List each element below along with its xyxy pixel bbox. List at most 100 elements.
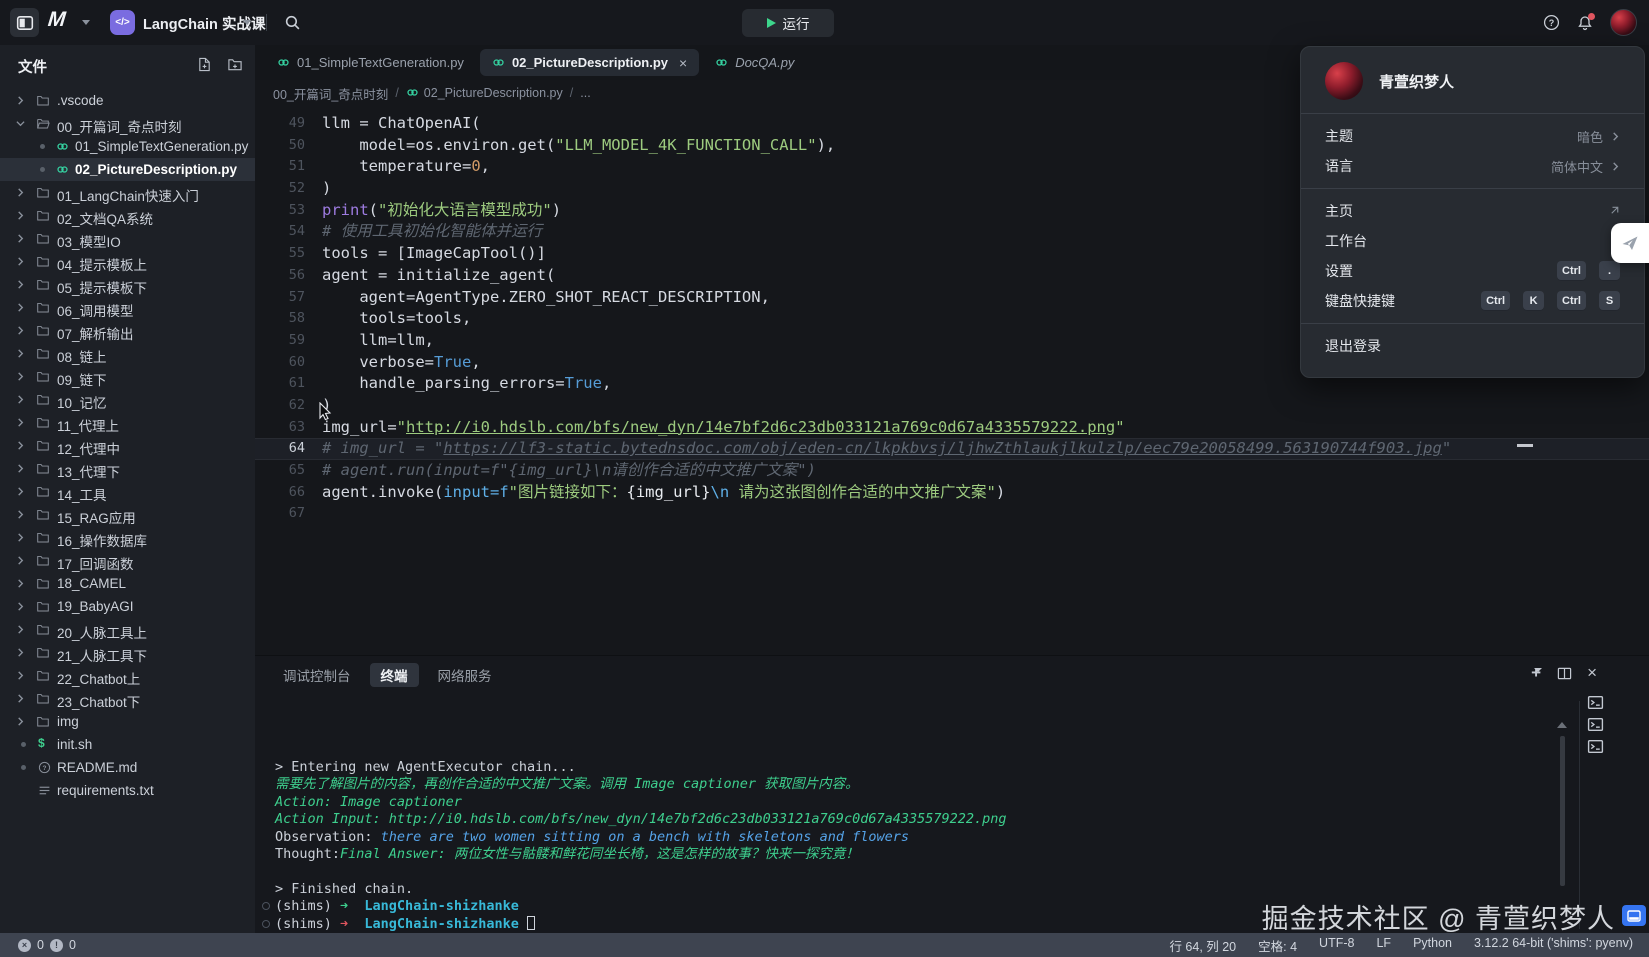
project-chevron-down-icon[interactable] <box>243 20 251 25</box>
tree-item-label: 23_Chatbot下 <box>57 691 140 711</box>
panel-tab[interactable]: 终端 <box>370 663 419 687</box>
tree-item[interactable]: 01_LangChain快速入门 <box>0 181 255 204</box>
menu-item[interactable]: 键盘快捷键CtrlKCtrlS <box>1301 286 1644 316</box>
tree-item[interactable]: ?README.md <box>0 756 255 779</box>
breadcrumb-item[interactable]: 02_PictureDescription.py <box>406 86 563 100</box>
ai-assistant-button[interactable] <box>1611 223 1649 263</box>
line-number: 65 <box>255 460 305 482</box>
panel-tab[interactable]: 网络服务 <box>427 663 503 687</box>
menu-item[interactable]: 语言简体中文 <box>1301 151 1644 181</box>
tree-item[interactable]: 01_SimpleTextGeneration.py <box>0 135 255 158</box>
tree-item[interactable]: 06_调用模型 <box>0 296 255 319</box>
tree-item[interactable]: 13_代理下 <box>0 457 255 480</box>
mouse-cursor <box>319 402 332 421</box>
close-icon[interactable]: × <box>679 55 687 71</box>
menu-item[interactable]: 退出登录 <box>1301 331 1644 361</box>
status-item[interactable]: 行 64, 列 20 <box>1169 936 1236 955</box>
tree-item[interactable]: 02_PictureDescription.py <box>0 158 255 181</box>
tree-item[interactable]: 14_工具 <box>0 480 255 503</box>
tree-item[interactable]: 02_文档QA系统 <box>0 204 255 227</box>
menu-item[interactable]: 主页 <box>1301 196 1644 226</box>
tree-item[interactable]: 16_操作数据库 <box>0 526 255 549</box>
close-panel-button[interactable]: × <box>1587 665 1597 681</box>
bottom-panel: 调试控制台终端网络服务 + × > Entering new AgentExec… <box>255 655 1649 933</box>
folder-icon <box>36 508 50 521</box>
user-avatar[interactable] <box>1610 9 1637 36</box>
tree-item[interactable]: 08_链上 <box>0 342 255 365</box>
new-folder-button[interactable] <box>227 57 243 72</box>
status-item[interactable]: LF <box>1376 936 1391 955</box>
status-item[interactable]: UTF-8 <box>1319 936 1354 955</box>
sidebar-toggle-icon <box>16 14 34 32</box>
terminal-instance-button[interactable] <box>1587 694 1604 711</box>
status-item[interactable]: Python <box>1413 936 1452 955</box>
run-button[interactable]: 运行 <box>742 9 834 37</box>
chevron-right-icon <box>16 349 25 358</box>
menu-item-label: 设置 <box>1325 261 1353 281</box>
tree-item[interactable]: 00_开篇词_奇点时刻 <box>0 112 255 135</box>
tree-item[interactable]: 05_提示模板下 <box>0 273 255 296</box>
tree-item[interactable]: 20_人脉工具上 <box>0 618 255 641</box>
terminal-scrollbar[interactable] <box>1560 736 1565 886</box>
status-item[interactable]: 3.12.2 64-bit ('shims': pyenv) <box>1474 936 1633 955</box>
panel-layout-button[interactable] <box>1622 905 1646 926</box>
tree-item[interactable]: 10_记忆 <box>0 388 255 411</box>
split-terminal-button[interactable] <box>1557 666 1572 681</box>
terminal-line: Thought:Final Answer: 两位女性与骷髅和鲜花同坐长椅，这是怎… <box>275 846 1559 863</box>
code-text: agent.invoke(input=f"图片链接如下：{img_url}\n … <box>322 482 1649 504</box>
terminal-instance-button[interactable] <box>1587 716 1604 733</box>
tree-item[interactable]: 23_Chatbot下 <box>0 687 255 710</box>
tree-item[interactable]: 15_RAG应用 <box>0 503 255 526</box>
run-label: 运行 <box>783 13 810 33</box>
line-number: 52 <box>255 178 305 200</box>
chevron-right-icon <box>16 533 25 542</box>
tree-item[interactable]: 12_代理中 <box>0 434 255 457</box>
code-text: ) <box>322 395 1649 417</box>
marscode-logo[interactable]: M <box>47 8 66 32</box>
breadcrumb-item[interactable]: 00_开篇词_奇点时刻 <box>273 84 388 103</box>
line-number: 58 <box>255 308 305 330</box>
new-terminal-button[interactable]: + <box>1531 665 1542 681</box>
menu-item[interactable]: 工作台 <box>1301 226 1644 256</box>
tree-item[interactable]: 21_人脉工具下 <box>0 641 255 664</box>
tree-item[interactable]: $init.sh <box>0 733 255 756</box>
tree-item[interactable]: 19_BabyAGI <box>0 595 255 618</box>
tree-item[interactable]: .vscode <box>0 89 255 112</box>
editor-tab[interactable]: 02_PictureDescription.py× <box>480 49 699 76</box>
split-icon <box>1557 666 1572 681</box>
editor-tab[interactable]: 01_SimpleTextGeneration.py <box>265 49 476 76</box>
terminal-instance-button[interactable] <box>1587 738 1604 755</box>
menu-item[interactable]: 主题暗色 <box>1301 121 1644 151</box>
tree-item[interactable]: 18_CAMEL <box>0 572 255 595</box>
tree-item[interactable]: 03_模型IO <box>0 227 255 250</box>
menu-item[interactable]: 设置Ctrl. <box>1301 256 1644 286</box>
tree-item[interactable]: 04_提示模板上 <box>0 250 255 273</box>
tree-item-label: 03_模型IO <box>57 231 121 251</box>
panel-tab[interactable]: 调试控制台 <box>272 663 362 687</box>
logo-chevron-down-icon[interactable] <box>82 20 90 25</box>
problems-status[interactable]: × 0 ! 0 <box>0 938 76 952</box>
tree-item[interactable]: img <box>0 710 255 733</box>
status-item[interactable]: 空格: 4 <box>1258 936 1297 955</box>
tree-item[interactable]: 07_解析输出 <box>0 319 255 342</box>
breadcrumb-item[interactable]: ... <box>580 86 590 100</box>
editor-tab[interactable]: DocQA.py <box>703 49 806 76</box>
terminal-line: 需要先了解图片的内容，再创作合适的中文推广文案。调用 Image caption… <box>275 776 1559 793</box>
tree-item-label: 15_RAG应用 <box>57 507 136 527</box>
search-button[interactable] <box>284 14 301 31</box>
tree-item-label: 12_代理中 <box>57 438 120 458</box>
folder-icon <box>36 94 50 107</box>
folder-icon <box>36 623 50 636</box>
project-code-icon: </> <box>110 10 135 35</box>
chevron-down-icon <box>16 119 25 128</box>
new-file-button[interactable] <box>197 57 212 72</box>
tree-item[interactable]: 22_Chatbot上 <box>0 664 255 687</box>
tree-item[interactable]: 09_链下 <box>0 365 255 388</box>
notifications-button[interactable] <box>1577 15 1593 31</box>
sidebar-toggle-button[interactable] <box>10 8 39 37</box>
tree-item[interactable]: 11_代理上 <box>0 411 255 434</box>
help-button[interactable]: ? <box>1543 14 1560 31</box>
tree-item[interactable]: 17_回调函数 <box>0 549 255 572</box>
tree-item[interactable]: requirements.txt <box>0 779 255 802</box>
line-number: 49 <box>255 113 305 135</box>
